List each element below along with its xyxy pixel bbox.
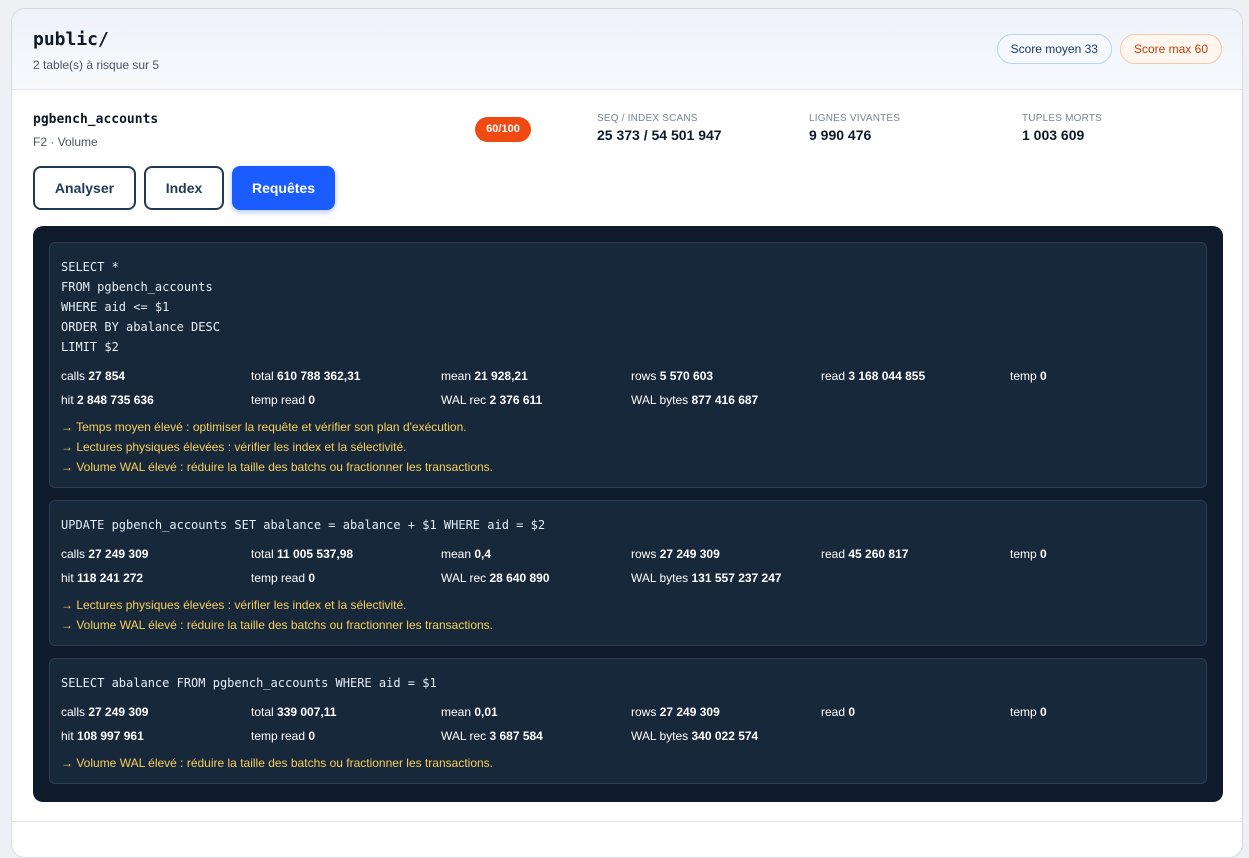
- metric-temp: temp 0: [1010, 705, 1047, 719]
- score-pills: Score moyen 33 Score max 60: [996, 34, 1222, 64]
- metric-wal-bytes: WAL bytes 340 022 574: [631, 729, 759, 743]
- stat-value: 1 003 609: [1022, 127, 1085, 143]
- stat-value: 25 373 / 54 501 947: [597, 127, 722, 143]
- hint-line: → Lectures physiques élevées : vérifier …: [61, 440, 407, 454]
- metric-temp-read: temp read 0: [251, 729, 316, 743]
- table-summary: pgbench_accounts F2 · Volume 60/100 SEQ …: [12, 90, 1242, 170]
- metric-read: read 45 260 817: [821, 547, 909, 561]
- metric-calls: calls 27 249 309: [61, 705, 149, 719]
- stat-label: LIGNES VIVANTES: [809, 113, 901, 124]
- metric-calls: calls 27 854: [61, 369, 126, 383]
- metric-mean: mean 0,01: [441, 705, 498, 719]
- query-hints: → Lectures physiques élevées : vérifier …: [61, 595, 1195, 635]
- schema-subtitle: 2 table(s) à risque sur 5: [33, 58, 160, 72]
- metric-total: total 339 007,11: [251, 705, 337, 719]
- query-metrics: calls 27 249 309 total 339 007,11 mean 0…: [61, 702, 1195, 746]
- hint-line: → Lectures physiques élevées : vérifier …: [61, 598, 407, 612]
- metric-hit: hit 108 997 961: [61, 729, 144, 743]
- table-name: pgbench_accounts: [33, 112, 159, 127]
- query-hints: → Volume WAL élevé : réduire la taille d…: [61, 753, 1195, 773]
- query-metrics: calls 27 249 309 total 11 005 537,98 mea…: [61, 544, 1195, 588]
- action-buttons: Analyser Index Requêtes: [33, 166, 335, 210]
- metric-wal-rec: WAL rec 28 640 890: [441, 571, 550, 585]
- query-hints: → Temps moyen élevé : optimiser la requê…: [61, 417, 1195, 477]
- metric-calls: calls 27 249 309: [61, 547, 149, 561]
- metric-temp: temp 0: [1010, 369, 1047, 383]
- metric-mean: mean 0,4: [441, 547, 492, 561]
- index-button[interactable]: Index: [144, 166, 224, 210]
- metric-wal-rec: WAL rec 3 687 584: [441, 729, 543, 743]
- metric-read: read 3 168 044 855: [821, 369, 926, 383]
- query-sql: UPDATE pgbench_accounts SET abalance = a…: [61, 518, 546, 532]
- schema-card: public/ 2 table(s) à risque sur 5 Score …: [11, 8, 1243, 858]
- max-score-badge: Score max 60: [1119, 34, 1222, 64]
- query-metrics: calls 27 854 total 610 788 362,31 mean 2…: [61, 366, 1195, 410]
- metric-temp-read: temp read 0: [251, 571, 316, 585]
- queries-panel: SELECT * FROM pgbench_accounts WHERE aid…: [33, 226, 1223, 802]
- metric-rows: rows 5 570 603: [631, 369, 714, 383]
- stat-dead-tuples: TUPLES MORTS 1 003 609: [1022, 113, 1102, 143]
- query-sql: SELECT abalance FROM pgbench_accounts WH…: [61, 676, 437, 690]
- table-subtitle: F2 · Volume: [33, 135, 98, 149]
- metric-read: read 0: [821, 705, 856, 719]
- metric-hit: hit 118 241 272: [61, 571, 144, 585]
- analyze-button[interactable]: Analyser: [33, 166, 136, 210]
- metric-wal-bytes: WAL bytes 877 416 687: [631, 393, 759, 407]
- metric-temp-read: temp read 0: [251, 393, 316, 407]
- stat-seq-index-scans: SEQ / INDEX SCANS 25 373 / 54 501 947: [597, 113, 722, 143]
- query-card: UPDATE pgbench_accounts SET abalance = a…: [49, 500, 1207, 646]
- stat-value: 9 990 476: [809, 127, 872, 143]
- stat-label: SEQ / INDEX SCANS: [597, 113, 698, 124]
- stat-label: TUPLES MORTS: [1022, 113, 1103, 124]
- metric-wal-bytes: WAL bytes 131 557 237 247: [631, 571, 782, 585]
- hint-line: → Volume WAL élevé : réduire la taille d…: [61, 618, 493, 632]
- average-score-badge: Score moyen 33: [996, 34, 1112, 64]
- query-card: SELECT abalance FROM pgbench_accounts WH…: [49, 658, 1207, 784]
- schema-header: public/ 2 table(s) à risque sur 5 Score …: [12, 9, 1242, 90]
- metric-wal-rec: WAL rec 2 376 611: [441, 393, 543, 407]
- query-sql: SELECT * FROM pgbench_accounts WHERE aid…: [61, 260, 220, 354]
- metric-rows: rows 27 249 309: [631, 705, 720, 719]
- query-card: SELECT * FROM pgbench_accounts WHERE aid…: [49, 242, 1207, 488]
- divider: [12, 821, 1242, 822]
- hint-line: → Volume WAL élevé : réduire la taille d…: [61, 460, 493, 474]
- hint-line: → Temps moyen élevé : optimiser la requê…: [61, 420, 467, 434]
- queries-button[interactable]: Requêtes: [232, 166, 335, 210]
- metric-total: total 610 788 362,31: [251, 369, 361, 383]
- metric-total: total 11 005 537,98: [251, 547, 354, 561]
- metric-hit: hit 2 848 735 636: [61, 393, 154, 407]
- metric-temp: temp 0: [1010, 547, 1047, 561]
- schema-title: public/: [33, 29, 109, 50]
- metric-mean: mean 21 928,21: [441, 369, 528, 383]
- metric-rows: rows 27 249 309: [631, 547, 720, 561]
- hint-line: → Volume WAL élevé : réduire la taille d…: [61, 756, 493, 770]
- stat-live-rows: LIGNES VIVANTES 9 990 476: [809, 113, 900, 143]
- table-score-badge: 60/100: [475, 117, 531, 142]
